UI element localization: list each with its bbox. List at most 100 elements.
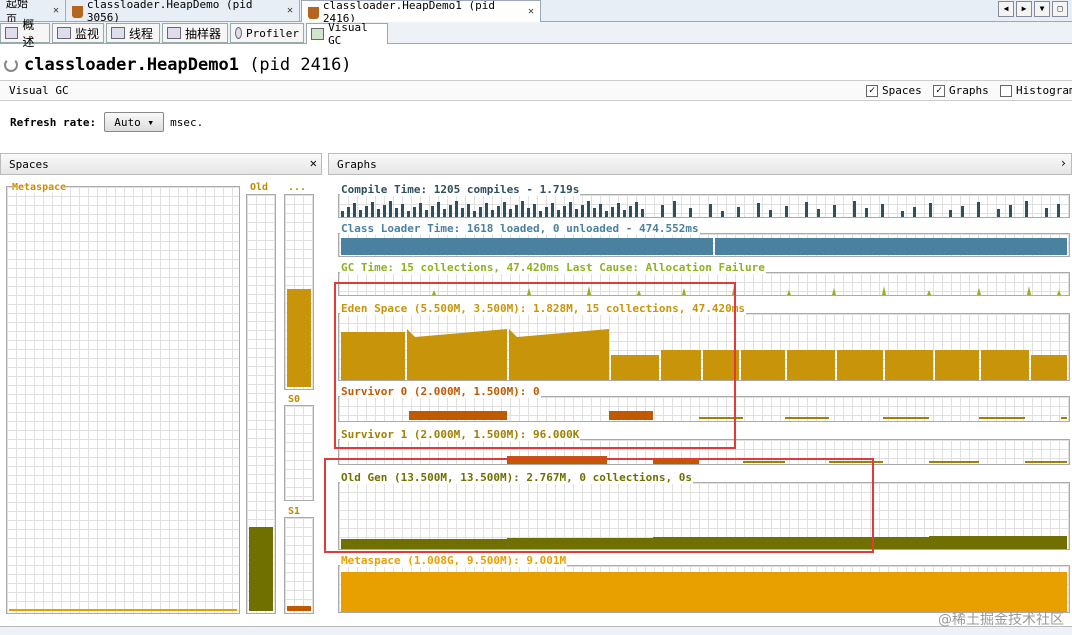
eden-sawtooth bbox=[837, 350, 883, 380]
page-title: classloader.HeapDemo1 (pid 2416) bbox=[0, 52, 352, 78]
compile-spike bbox=[563, 206, 566, 217]
compile-time-plot bbox=[341, 201, 1060, 217]
close-icon[interactable]: ✕ bbox=[287, 5, 293, 16]
compile-spike bbox=[605, 211, 608, 217]
graphs-checkbox[interactable]: ✓ Graphs bbox=[933, 84, 989, 97]
refresh-rate-label: Refresh rate: bbox=[10, 115, 97, 129]
compile-spike bbox=[479, 207, 482, 217]
compile-spike bbox=[1009, 205, 1012, 217]
refresh-rate-dropdown[interactable]: Auto ▾ bbox=[104, 112, 165, 132]
spaces-panel-header: Spaces ✕ bbox=[0, 153, 322, 175]
compile-spike bbox=[673, 201, 676, 217]
doc-tab-heapdemo[interactable]: classloader.HeapDemo (pid 3056) ✕ bbox=[66, 0, 300, 24]
old-space bbox=[246, 194, 276, 614]
tab-label: 监视 bbox=[75, 26, 100, 41]
scroll-right-icon[interactable]: ▶ bbox=[1016, 1, 1032, 17]
tab-threads[interactable]: 线程 bbox=[106, 23, 160, 43]
graphs-panel-header: Graphs › bbox=[328, 153, 1072, 175]
compile-spike bbox=[581, 205, 584, 217]
compile-spike bbox=[557, 210, 560, 217]
tab-monitor[interactable]: 监视 bbox=[52, 23, 104, 43]
compile-spike bbox=[737, 207, 740, 217]
compile-spike bbox=[395, 208, 398, 217]
compile-spike bbox=[853, 201, 856, 217]
profiler-icon bbox=[235, 27, 243, 39]
tab-overview[interactable]: 概述 bbox=[0, 18, 50, 49]
dropdown-value: Auto bbox=[114, 115, 141, 129]
compile-spike bbox=[497, 206, 500, 217]
checkbox-check-icon: ✓ bbox=[866, 84, 878, 97]
eden-sawtooth bbox=[1031, 355, 1067, 380]
compile-spike bbox=[593, 208, 596, 217]
monitor-icon bbox=[57, 27, 71, 39]
eden-fill bbox=[287, 289, 311, 387]
compile-spike bbox=[533, 204, 536, 217]
page-title-pid: (pid 2416) bbox=[249, 55, 352, 75]
doc-tab-heapdemo1[interactable]: classloader.HeapDemo1 (pid 2416) ✕ bbox=[301, 0, 541, 25]
gc-spike bbox=[882, 286, 886, 295]
scroll-left-icon[interactable]: ◀ bbox=[998, 1, 1014, 17]
close-icon[interactable]: ✕ bbox=[528, 6, 534, 17]
s1-label: S1 bbox=[288, 506, 301, 517]
checkbox-label: Graphs bbox=[949, 84, 989, 97]
old-fill bbox=[249, 527, 273, 611]
compile-spike bbox=[503, 202, 506, 217]
metaspace-graph bbox=[338, 565, 1070, 613]
tab-label: Visual GC bbox=[328, 21, 368, 47]
status-bar bbox=[0, 626, 1072, 635]
compile-spike bbox=[401, 204, 404, 217]
tab-list-icon[interactable]: ▼ bbox=[1034, 1, 1050, 17]
tab-label: 线程 bbox=[129, 26, 154, 41]
compile-spike bbox=[587, 201, 590, 217]
tab-profiler[interactable]: Profiler bbox=[230, 23, 304, 43]
metaspace-graph-label: Metaspace (1.008G, 9.500M): 9.001M bbox=[340, 554, 568, 567]
s1-fill bbox=[287, 606, 311, 611]
close-icon[interactable]: ✕ bbox=[53, 5, 59, 16]
compile-spike bbox=[455, 201, 458, 217]
close-icon[interactable]: ✕ bbox=[310, 156, 317, 170]
spaces-checkbox[interactable]: ✓ Spaces bbox=[866, 84, 922, 97]
class-loader-graph bbox=[338, 233, 1070, 257]
s0-space bbox=[284, 405, 314, 501]
compile-spike bbox=[425, 210, 428, 217]
checkbox-label: Histogram bbox=[1016, 84, 1072, 97]
histogram-checkbox[interactable]: Histogram bbox=[1000, 84, 1072, 97]
compile-spike bbox=[721, 211, 724, 217]
compile-spike bbox=[389, 201, 392, 217]
tab-sampler[interactable]: 抽样器 bbox=[162, 23, 228, 43]
compile-spike bbox=[833, 205, 836, 217]
compile-spike bbox=[949, 210, 952, 217]
gc-spike bbox=[787, 290, 791, 295]
overview-icon bbox=[5, 27, 19, 39]
compile-spike bbox=[539, 211, 542, 217]
sampler-icon bbox=[167, 27, 181, 39]
compile-spike bbox=[575, 209, 578, 217]
compile-spike bbox=[977, 202, 980, 217]
compile-spike bbox=[371, 202, 374, 217]
compile-spike bbox=[341, 211, 344, 217]
eden-sawtooth bbox=[935, 350, 979, 380]
metaspace-fill bbox=[9, 609, 237, 611]
compile-spike bbox=[407, 211, 410, 217]
s0-label: S0 bbox=[288, 394, 301, 405]
eden-sawtooth bbox=[741, 350, 785, 380]
compile-spike bbox=[689, 208, 692, 217]
gc-spike bbox=[1057, 290, 1061, 295]
collapse-icon[interactable]: › bbox=[1060, 156, 1067, 170]
compile-spike bbox=[509, 209, 512, 217]
s1-trace bbox=[1025, 461, 1067, 463]
compile-spike bbox=[805, 202, 808, 217]
tab-visual-gc[interactable]: Visual GC bbox=[306, 21, 388, 47]
eden-sawtooth bbox=[981, 350, 1029, 380]
compile-spike bbox=[377, 209, 380, 217]
compile-spike bbox=[929, 203, 932, 217]
compile-spike bbox=[961, 206, 964, 217]
eden-sawtooth bbox=[885, 350, 933, 380]
view-tab-bar: 概述 监视 线程 抽样器 Profiler Visual GC bbox=[0, 18, 1072, 49]
compile-spike bbox=[353, 203, 356, 217]
classloader-bar bbox=[715, 238, 1067, 255]
compile-spike bbox=[997, 209, 1000, 217]
compile-spike bbox=[635, 202, 638, 217]
maximize-icon[interactable]: □ bbox=[1052, 1, 1068, 17]
compile-spike bbox=[527, 208, 530, 217]
